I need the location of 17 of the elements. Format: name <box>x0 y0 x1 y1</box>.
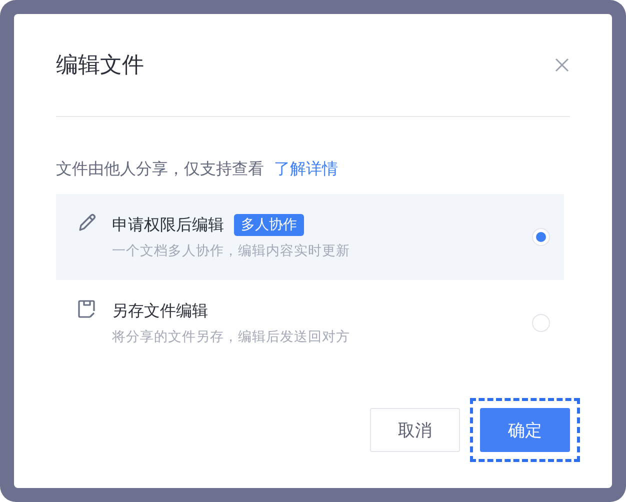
cancel-button[interactable]: 取消 <box>370 408 460 452</box>
option-description: 一个文档多人协作，编辑内容实时更新 <box>112 242 351 260</box>
option-row[interactable]: 申请权限后编辑 多人协作 一个文档多人协作，编辑内容实时更新 <box>56 194 564 280</box>
radio-button[interactable] <box>532 228 550 246</box>
option-title: 申请权限后编辑 <box>112 214 224 236</box>
notice-text: 文件由他人分享，仅支持查看 <box>56 159 264 180</box>
dialog-title: 编辑文件 <box>56 52 144 80</box>
option-description: 将分享的文件另存，编辑后发送回对方 <box>112 328 351 346</box>
learn-more-link[interactable]: 了解详情 <box>274 159 338 180</box>
pencil-icon <box>76 212 98 234</box>
option-title: 另存文件编辑 <box>112 300 208 322</box>
radio-button[interactable] <box>532 314 550 332</box>
tag-label: 多人协作 <box>234 214 304 236</box>
close-icon[interactable] <box>554 57 570 73</box>
save-icon <box>76 298 98 320</box>
confirm-button[interactable]: 确定 <box>480 408 570 452</box>
option-row[interactable]: 另存文件编辑 将分享的文件另存，编辑后发送回对方 <box>56 280 564 366</box>
